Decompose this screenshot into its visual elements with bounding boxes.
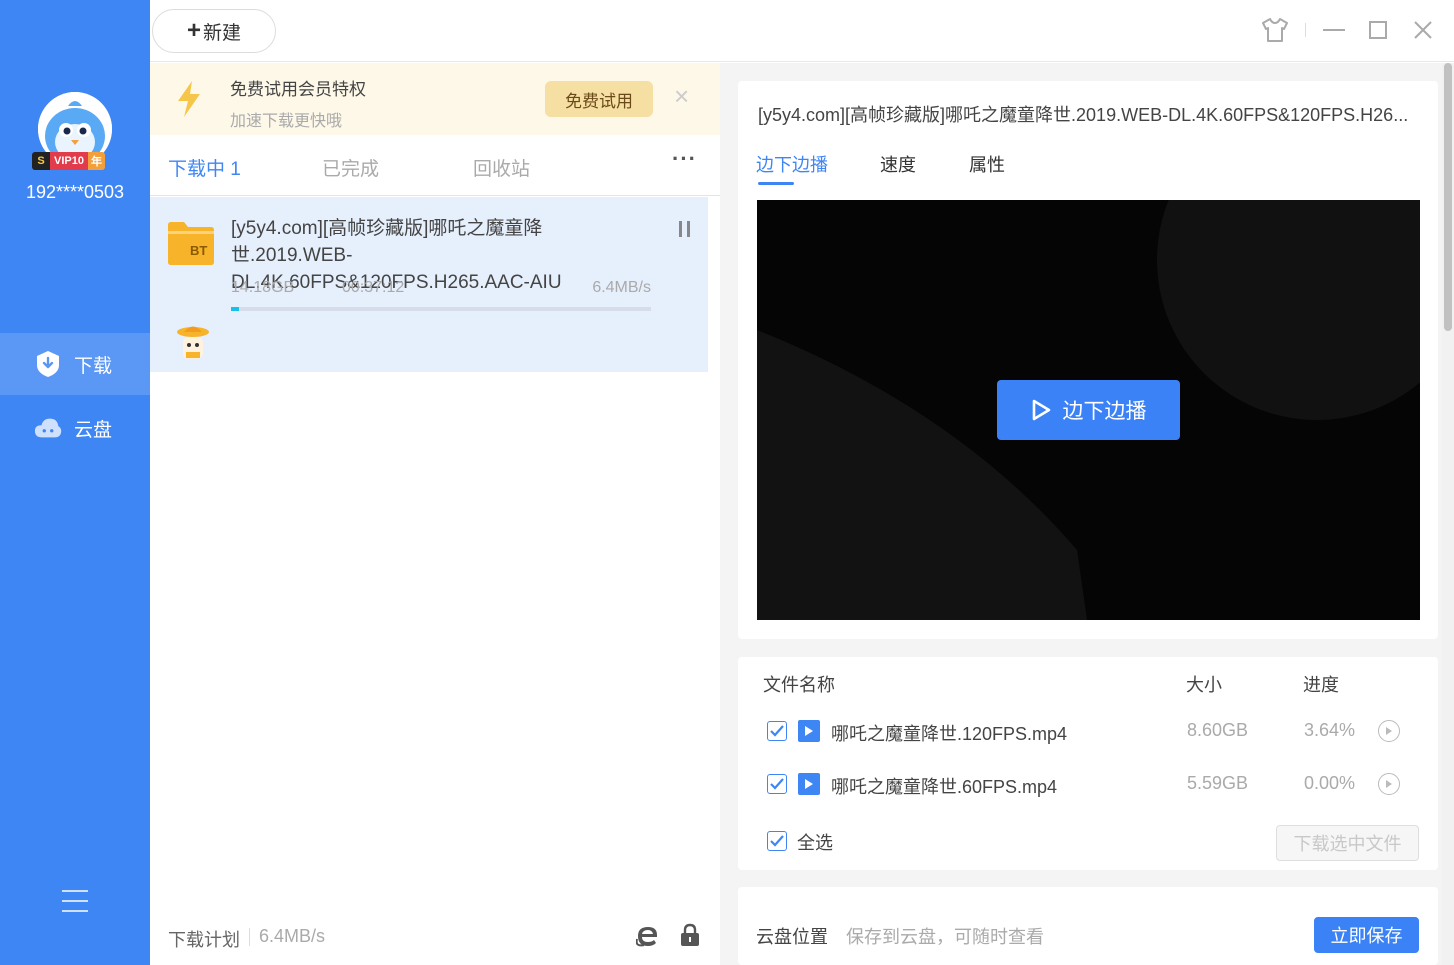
play-while-downloading-button[interactable]: 边下边播 bbox=[997, 380, 1180, 440]
menu-icon[interactable] bbox=[62, 890, 88, 914]
task-remaining-time: 00:37:12 bbox=[342, 279, 405, 296]
status-footer: 下载计划 6.4MB/s bbox=[150, 910, 720, 965]
tab-completed[interactable]: 已完成 bbox=[322, 154, 379, 181]
close-promo-icon[interactable]: × bbox=[674, 83, 689, 109]
titlebar-divider bbox=[1304, 16, 1306, 44]
play-file-icon[interactable] bbox=[1378, 773, 1400, 795]
download-plan-button[interactable]: 下载计划 bbox=[168, 926, 240, 952]
more-options-icon[interactable]: ··· bbox=[672, 146, 697, 172]
video-player[interactable]: 边下边播 bbox=[757, 200, 1420, 620]
task-speed: 6.4MB/s bbox=[592, 279, 651, 296]
promo-banner: 免费试用会员特权 加速下载更快哦 免费试用 × bbox=[150, 63, 720, 135]
video-file-icon bbox=[798, 773, 820, 795]
select-all-checkbox[interactable] bbox=[767, 831, 787, 851]
scrollbar[interactable] bbox=[1442, 63, 1454, 965]
browser-e-icon[interactable] bbox=[635, 924, 660, 953]
task-progress-bar bbox=[231, 307, 651, 311]
file-checkbox[interactable] bbox=[767, 774, 787, 794]
promo-title: 免费试用会员特权 bbox=[230, 80, 366, 99]
file-checkbox[interactable] bbox=[767, 721, 787, 741]
pause-icon[interactable] bbox=[679, 221, 690, 237]
vip-badge: S VIP10 年 bbox=[32, 152, 105, 170]
active-tab-underline bbox=[758, 182, 794, 185]
file-progress: 0.00% bbox=[1304, 773, 1356, 793]
detail-panel: [y5y4.com][高帧珍藏版]哪吒之魔童降世.2019.WEB-DL.4K.… bbox=[720, 63, 1454, 965]
file-row[interactable]: 哪吒之魔童降世.120FPS.mp4 8.60GB 3.64% bbox=[738, 712, 1420, 752]
promo-subtitle: 加速下载更快哦 bbox=[230, 113, 343, 130]
minimize-icon[interactable] bbox=[1320, 16, 1348, 44]
tab-properties[interactable]: 属性 bbox=[969, 151, 1005, 177]
scrollbar-thumb[interactable] bbox=[1444, 63, 1452, 331]
download-tabs: 下载中 1 已完成 回收站 ··· bbox=[150, 136, 720, 196]
new-task-label: 新建 bbox=[203, 22, 242, 44]
file-row[interactable]: 哪吒之魔童降世.60FPS.mp4 5.59GB 0.00% bbox=[738, 765, 1420, 805]
vip-level: VIP10 bbox=[50, 152, 88, 170]
free-trial-button[interactable]: 免费试用 bbox=[545, 81, 653, 117]
tab-play-while-downloading[interactable]: 边下边播 bbox=[756, 151, 828, 177]
check-icon bbox=[770, 835, 784, 847]
username[interactable]: 192****0503 bbox=[0, 182, 150, 203]
lightning-icon bbox=[176, 81, 202, 122]
plus-icon: + bbox=[186, 17, 201, 44]
check-icon bbox=[770, 725, 784, 737]
header-file-name: 文件名称 bbox=[763, 675, 835, 695]
skin-shirt-icon[interactable] bbox=[1260, 16, 1290, 44]
bt-folder-icon: BT bbox=[168, 221, 214, 265]
cloud-location-label: 云盘位置 bbox=[756, 927, 828, 947]
mascot-icon bbox=[176, 323, 210, 363]
new-task-button[interactable]: + 新建 bbox=[152, 9, 276, 53]
close-window-icon[interactable] bbox=[1409, 16, 1437, 44]
cloud-save-card: 云盘位置 保存到云盘，可随时查看 立即保存 bbox=[738, 887, 1438, 965]
avatar[interactable]: S VIP10 年 bbox=[32, 92, 112, 170]
tab-speed[interactable]: 速度 bbox=[880, 151, 916, 177]
sidebar-item-download[interactable]: 下载 bbox=[0, 333, 150, 395]
tab-downloading[interactable]: 下载中 1 bbox=[168, 154, 241, 181]
footer-speed: 6.4MB/s bbox=[259, 926, 326, 946]
download-shield-icon bbox=[34, 350, 62, 378]
file-name: 哪吒之魔童降世.60FPS.mp4 bbox=[831, 777, 1058, 797]
sidebar-item-label: 云盘 bbox=[74, 419, 113, 441]
play-button-label: 边下边播 bbox=[1062, 400, 1147, 423]
cloud-location-desc: 保存到云盘，可随时查看 bbox=[846, 927, 1044, 947]
task-progress-fill bbox=[231, 307, 240, 311]
header-size: 大小 bbox=[1186, 675, 1222, 695]
vip-s-mark: S bbox=[32, 152, 50, 170]
download-selected-button[interactable]: 下载选中文件 bbox=[1276, 825, 1419, 861]
file-progress: 3.64% bbox=[1304, 720, 1356, 740]
maximize-icon[interactable] bbox=[1364, 16, 1392, 44]
task-size: 14.18GB bbox=[231, 279, 295, 296]
footer-divider bbox=[249, 928, 250, 946]
file-size: 5.59GB bbox=[1187, 773, 1249, 793]
file-size: 8.60GB bbox=[1187, 720, 1249, 740]
play-icon bbox=[1032, 399, 1050, 421]
vip-year: 年 bbox=[87, 152, 105, 170]
task-item[interactable]: BT [y5y4.com][高帧珍藏版]哪吒之魔童降世.2019.WEB-DL.… bbox=[150, 197, 708, 372]
sidebar: S VIP10 年 192****0503 下载 云盘 bbox=[0, 0, 150, 965]
topbar: + 新建 bbox=[150, 0, 1454, 62]
video-file-icon bbox=[798, 720, 820, 742]
save-now-button[interactable]: 立即保存 bbox=[1314, 917, 1419, 953]
preview-card: [y5y4.com][高帧珍藏版]哪吒之魔童降世.2019.WEB-DL.4K.… bbox=[738, 81, 1438, 639]
lock-icon[interactable] bbox=[680, 923, 700, 952]
file-list-card: 文件名称 大小 进度 哪吒之魔童降世.120FPS.mp4 8.60GB 3.6… bbox=[738, 657, 1438, 870]
play-file-icon[interactable] bbox=[1378, 720, 1400, 742]
file-name: 哪吒之魔童降世.120FPS.mp4 bbox=[831, 724, 1068, 744]
tab-recycle-bin[interactable]: 回收站 bbox=[473, 154, 530, 181]
check-icon bbox=[770, 778, 784, 790]
sidebar-item-cloud[interactable]: 云盘 bbox=[0, 397, 150, 459]
detail-title: [y5y4.com][高帧珍藏版]哪吒之魔童降世.2019.WEB-DL.4K.… bbox=[758, 105, 1409, 125]
sidebar-item-label: 下载 bbox=[74, 355, 113, 377]
cloud-icon bbox=[34, 414, 62, 442]
header-progress: 进度 bbox=[1303, 675, 1339, 695]
select-all-label[interactable]: 全选 bbox=[797, 829, 833, 855]
bt-label: BT bbox=[190, 243, 208, 258]
